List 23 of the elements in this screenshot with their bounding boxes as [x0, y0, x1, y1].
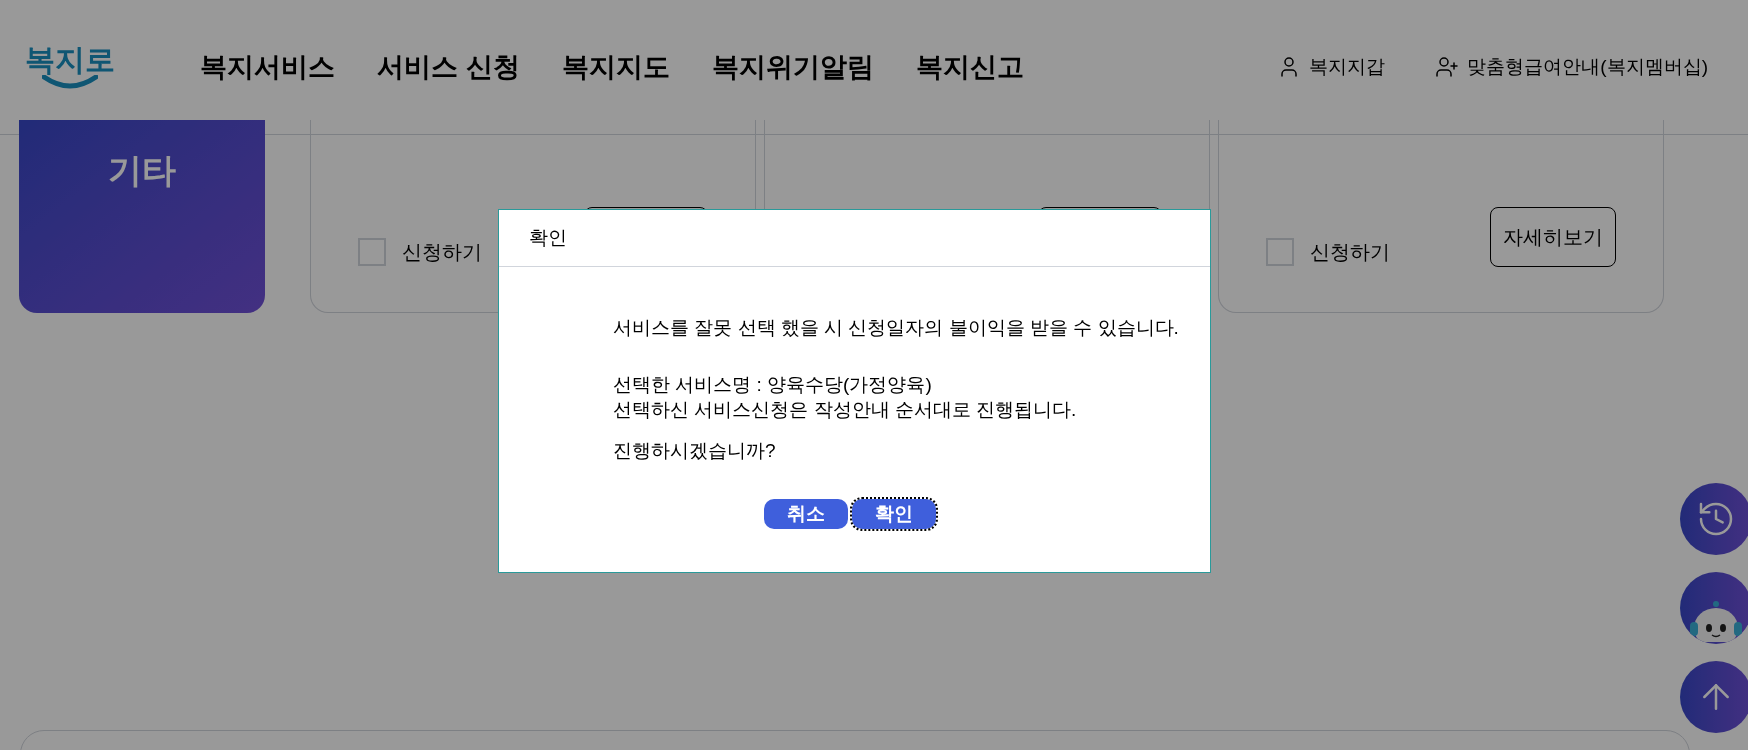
smile-logo-icon	[42, 75, 98, 89]
details-button[interactable]: 자세히보기	[1490, 207, 1616, 267]
dialog-text: 선택한 서비스명 : 양육수당(가정양육)	[613, 373, 933, 397]
question-text: 진행하시겠습니까?	[613, 439, 777, 463]
apply-label: 신청하기	[1310, 240, 1390, 265]
utility-link[interactable]: 복지지갑	[1277, 52, 1386, 82]
nav-link[interactable]: 복지신고	[915, 46, 1024, 88]
dialog-title: 확인	[529, 225, 567, 250]
dialog-text: 선택하신 서비스신청은 작성안내 순서대로 진행됩니다.	[613, 398, 1078, 422]
category-label: 기타	[108, 150, 176, 191]
apply-checkbox[interactable]	[1266, 238, 1294, 266]
apply-checkbox[interactable]	[358, 238, 386, 266]
apply-label: 신청하기	[402, 240, 482, 265]
dialog-button[interactable]: 취소	[763, 499, 848, 529]
dialog-button[interactable]: 확인	[851, 499, 936, 529]
user-plus-icon	[1435, 55, 1460, 79]
utility-link[interactable]: 맞춤형급여안내(복지멤버십)	[1435, 52, 1708, 82]
warning-text: 서비스를 잘못 선택 했을 시 신청일자의 불이익을 받을 수 있습니다.	[613, 316, 1180, 340]
nav-link[interactable]: 복지지도	[561, 46, 670, 88]
category-card[interactable]: 기타	[19, 120, 265, 313]
nav-link[interactable]: 서비스 신청	[377, 46, 520, 88]
nav-link[interactable]: 복지위기알림	[711, 46, 874, 88]
nav-link[interactable]: 복지서비스	[200, 46, 335, 88]
